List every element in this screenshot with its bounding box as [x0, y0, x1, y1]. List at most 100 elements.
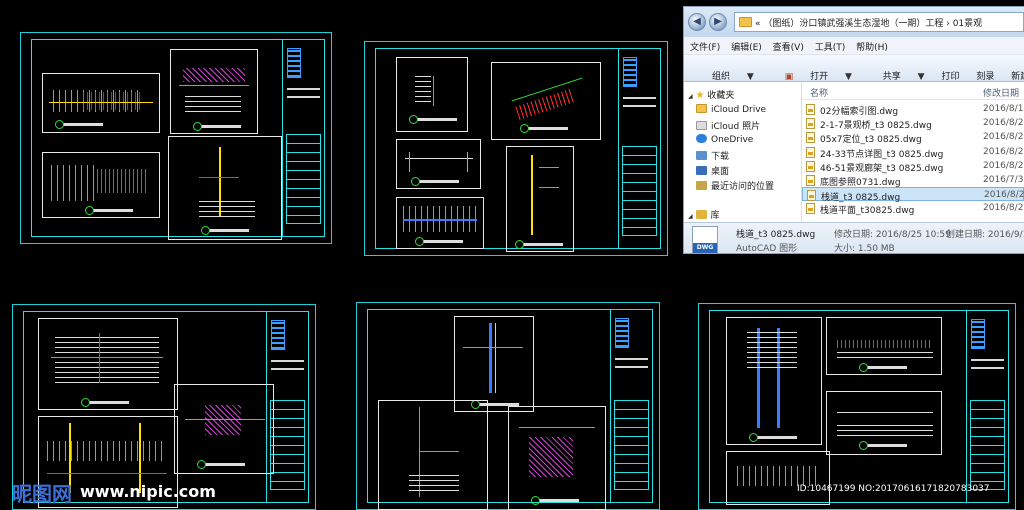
- sheet-4-view-1: [454, 316, 534, 412]
- file-row[interactable]: 24-33节点详图_t3 0825.dwg 2016/8/25 1: [802, 145, 1024, 160]
- sheet-5-title-block: [966, 311, 1008, 502]
- sheet-4-title-block: [610, 310, 652, 502]
- library-icon: [695, 210, 707, 219]
- breadcrumb[interactable]: « （图纸）汾口镇武强溪生态湿地（一期）工程 › 01景观: [755, 19, 982, 29]
- details-size: 大小: 1.50 MB: [834, 244, 895, 254]
- nav-item-icloud-drive[interactable]: iCloud Drive: [696, 104, 766, 115]
- cad-sheet-2: [364, 41, 668, 256]
- dwg-file-icon: [806, 146, 815, 158]
- sheet-2-view-1: [396, 57, 468, 132]
- menu-edit[interactable]: 编辑(E): [725, 37, 762, 53]
- folder-icon: [696, 104, 707, 113]
- file-modified-date: 2016/8/15 2: [983, 104, 1024, 114]
- file-modified-date: 2016/8/25 1: [983, 146, 1024, 157]
- file-name: 24-33节点详图_t3 0825.dwg: [820, 149, 944, 160]
- sheet-4-frame: [367, 309, 653, 510]
- sheet-2-view-2: [491, 62, 601, 140]
- cloud-icon: [696, 134, 707, 143]
- details-filename: 栈道_t3 0825.dwg: [736, 230, 816, 240]
- details-created: 创建日期: 2016/9/13: [946, 230, 1024, 240]
- nav-item-favorites[interactable]: ◢ ★ 收藏夹: [688, 88, 734, 101]
- file-modified-date: 2016/8/25 1: [983, 160, 1024, 171]
- sheet-2-view-3: [396, 139, 481, 189]
- share-button[interactable]: 共享 ▼: [855, 55, 925, 82]
- file-modified-date: 2016/8/25 1: [983, 118, 1024, 129]
- file-row[interactable]: 栈道平面_t30825.dwg 2016/8/25 1: [802, 201, 1024, 217]
- details-type: AutoCAD 图形: [736, 244, 798, 254]
- sheet-5-view-2: [826, 317, 942, 375]
- sheet-3-view-1: [38, 318, 178, 410]
- menu-view[interactable]: 查看(V): [767, 37, 804, 53]
- sheet-3-frame: [23, 311, 309, 508]
- dwg-file-icon: [806, 104, 815, 115]
- sheet-1-view-1: [42, 73, 160, 133]
- column-headers: 名称 修改日期: [802, 82, 1024, 100]
- file-modified-date: 2016/8/25 1: [984, 190, 1024, 201]
- watermark-site: www.nipic.com: [80, 482, 216, 501]
- file-name: 02分幅索引图.dwg: [820, 107, 899, 117]
- star-icon: ★: [695, 90, 705, 101]
- file-modified-date: 2016/8/25 1: [983, 203, 1024, 214]
- sheet-4-view-2: [378, 400, 488, 510]
- nav-item-recent[interactable]: 最近访问的位置: [696, 179, 774, 192]
- navigation-pane: ◢ ★ 收藏夹 iCloud Drive iCloud 照片 OneDrive …: [684, 82, 802, 222]
- file-list: 名称 修改日期 02分幅索引图.dwg 2016/8/15 2 2-1-7景观桥_t…: [802, 82, 1024, 222]
- forward-button[interactable]: ▶: [709, 13, 727, 31]
- back-button[interactable]: ◀: [688, 13, 706, 31]
- file-name: 栈道平面_t30825.dwg: [820, 206, 915, 217]
- sheet-2-view-4: [396, 197, 484, 249]
- file-row[interactable]: 05x7定位_t3 0825.dwg 2016/8/25 1: [802, 130, 1024, 146]
- sheet-5-view-3: [826, 391, 942, 455]
- new-folder-button[interactable]: 新建文件夹: [997, 62, 1024, 82]
- sheet-1-view-3: [42, 152, 160, 218]
- cad-sheet-5: [698, 303, 1016, 510]
- details-pane: DWG 栈道_t3 0825.dwg 修改日期: 2016/8/25 10:59…: [684, 222, 1024, 254]
- cad-sheet-1: [20, 32, 332, 244]
- sheet-5-view-4: [726, 451, 830, 505]
- nav-item-downloads[interactable]: 下载: [696, 149, 729, 162]
- nav-item-onedrive[interactable]: OneDrive: [696, 134, 753, 145]
- file-row[interactable]: 02分幅索引图.dwg 2016/8/15 2: [802, 102, 1024, 117]
- menu-file[interactable]: 文件(F): [684, 37, 720, 53]
- organize-button[interactable]: 组织 ▼: [684, 55, 754, 82]
- dwg-file-icon: [806, 175, 815, 186]
- address-bar[interactable]: « （图纸）汾口镇武强溪生态湿地（一期）工程 › 01景观: [734, 12, 1024, 32]
- command-bar: 组织 ▼ ▣ 打开 ▼ 共享 ▼ 打印 刻录 新建文件夹: [684, 55, 1024, 82]
- nav-item-icloud-photos[interactable]: iCloud 照片: [696, 119, 760, 132]
- menu-help[interactable]: 帮助(H): [850, 37, 888, 53]
- file-row[interactable]: 底图参照0731.dwg 2016/7/31 1: [802, 173, 1024, 188]
- file-name: 底图参照0731.dwg: [820, 178, 901, 188]
- burn-button[interactable]: 刻录: [962, 62, 994, 82]
- sheet-5-frame: [709, 310, 1009, 505]
- menu-tools[interactable]: 工具(T): [809, 37, 846, 53]
- file-row[interactable]: 46-51景观廊架_t3 0825.dwg 2016/8/25 1: [802, 159, 1024, 174]
- open-button[interactable]: ▣ 打开 ▼: [757, 55, 852, 82]
- column-header-name[interactable]: 名称: [810, 86, 828, 99]
- file-explorer-window[interactable]: ◀ ▶ « （图纸）汾口镇武强溪生态湿地（一期）工程 › 01景观 文件(F) …: [683, 6, 1024, 254]
- sheet-1-view-4: [168, 136, 282, 240]
- download-icon: [696, 151, 707, 160]
- file-name: 2-1-7景观桥_t3 0825.dwg: [820, 121, 932, 132]
- sheet-5-view-1: [726, 317, 822, 445]
- file-modified-date: 2016/8/25 1: [983, 132, 1024, 143]
- menu-bar: 文件(F) 编辑(E) 查看(V) 工具(T) 帮助(H): [684, 37, 1024, 55]
- file-modified-date: 2016/7/31 1: [983, 175, 1024, 185]
- cad-sheet-4: [356, 302, 660, 510]
- open-icon: ▣: [784, 72, 794, 82]
- file-row[interactable]: 栈道_t3 0825.dwg2016/8/25 1: [802, 187, 1024, 203]
- file-row[interactable]: 2-1-7景观桥_t3 0825.dwg 2016/8/25 1: [802, 116, 1024, 132]
- dwg-file-icon: DWG: [692, 226, 718, 253]
- sheet-2-view-5: [506, 146, 574, 252]
- column-header-modified[interactable]: 修改日期: [983, 86, 1019, 99]
- sheet-2-title-block: [618, 49, 660, 248]
- folder-icon: [739, 17, 752, 27]
- details-modified: 修改日期: 2016/8/25 10:59: [834, 230, 951, 240]
- print-button[interactable]: 打印: [927, 62, 959, 82]
- photos-icon: [696, 121, 707, 130]
- file-name: 05x7定位_t3 0825.dwg: [820, 135, 922, 146]
- sheet-1-view-2: [170, 49, 258, 134]
- nav-item-desktop[interactable]: 桌面: [696, 164, 729, 177]
- nav-item-libraries[interactable]: ◢ 库: [688, 208, 720, 221]
- address-bar-row: ◀ ▶ « （图纸）汾口镇武强溪生态湿地（一期）工程 › 01景观: [684, 7, 1024, 37]
- desktop-icon: [696, 166, 707, 175]
